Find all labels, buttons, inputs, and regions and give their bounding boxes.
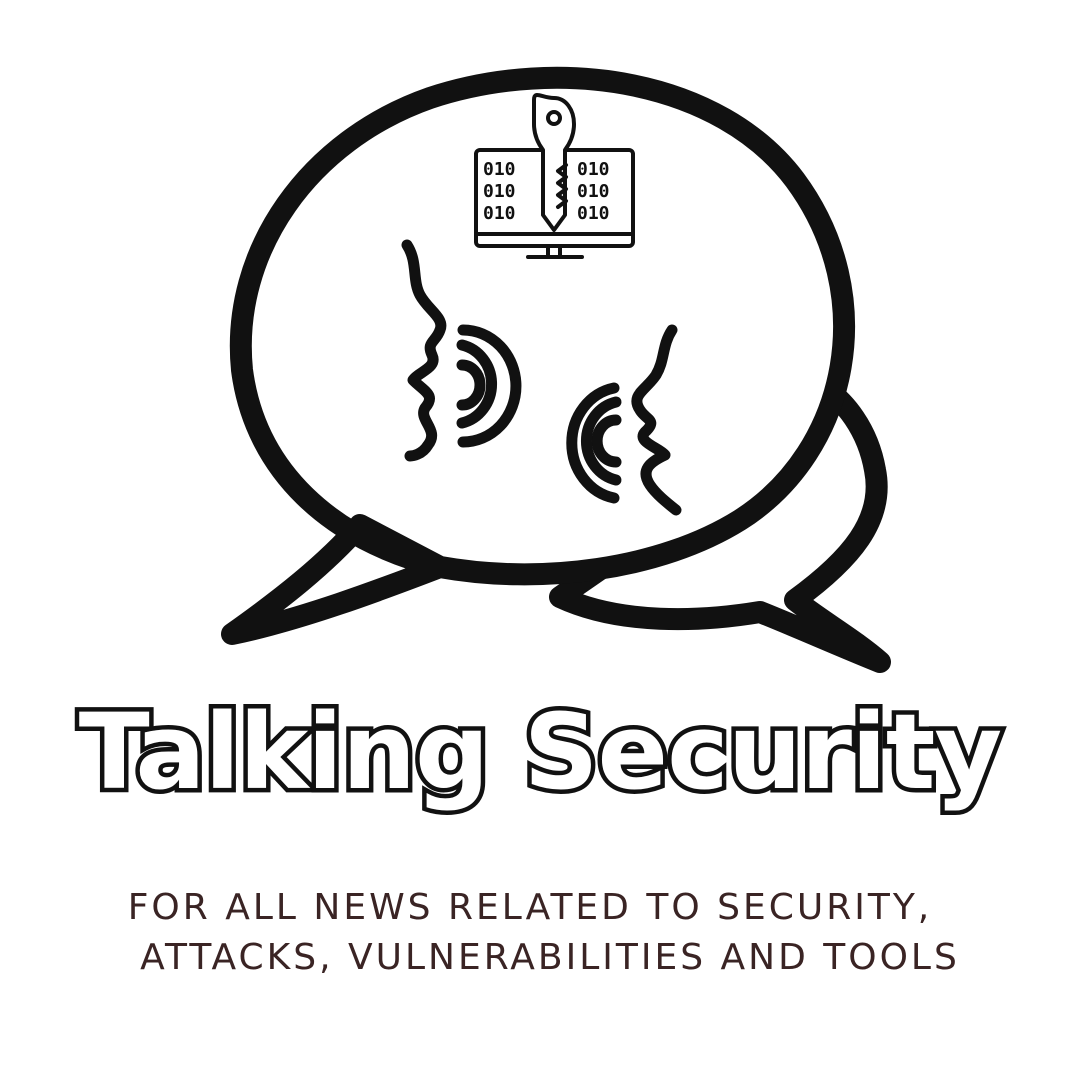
svg-text:010: 010: [483, 203, 516, 224]
logo-page: 010 010 010 010 010 010 Talking Security…: [0, 0, 1080, 1080]
svg-text:010: 010: [577, 159, 610, 180]
svg-text:010: 010: [577, 181, 610, 202]
svg-text:010: 010: [483, 159, 516, 180]
tagline-line-1: FOR ALL NEWS RELATED TO SECURITY,: [127, 887, 933, 928]
svg-text:010: 010: [483, 181, 516, 202]
svg-text:010: 010: [577, 203, 610, 224]
brand-title: Talking Security: [74, 687, 1006, 818]
tagline-line-2: ATTACKS, VULNERABILITIES AND TOOLS: [140, 937, 960, 978]
